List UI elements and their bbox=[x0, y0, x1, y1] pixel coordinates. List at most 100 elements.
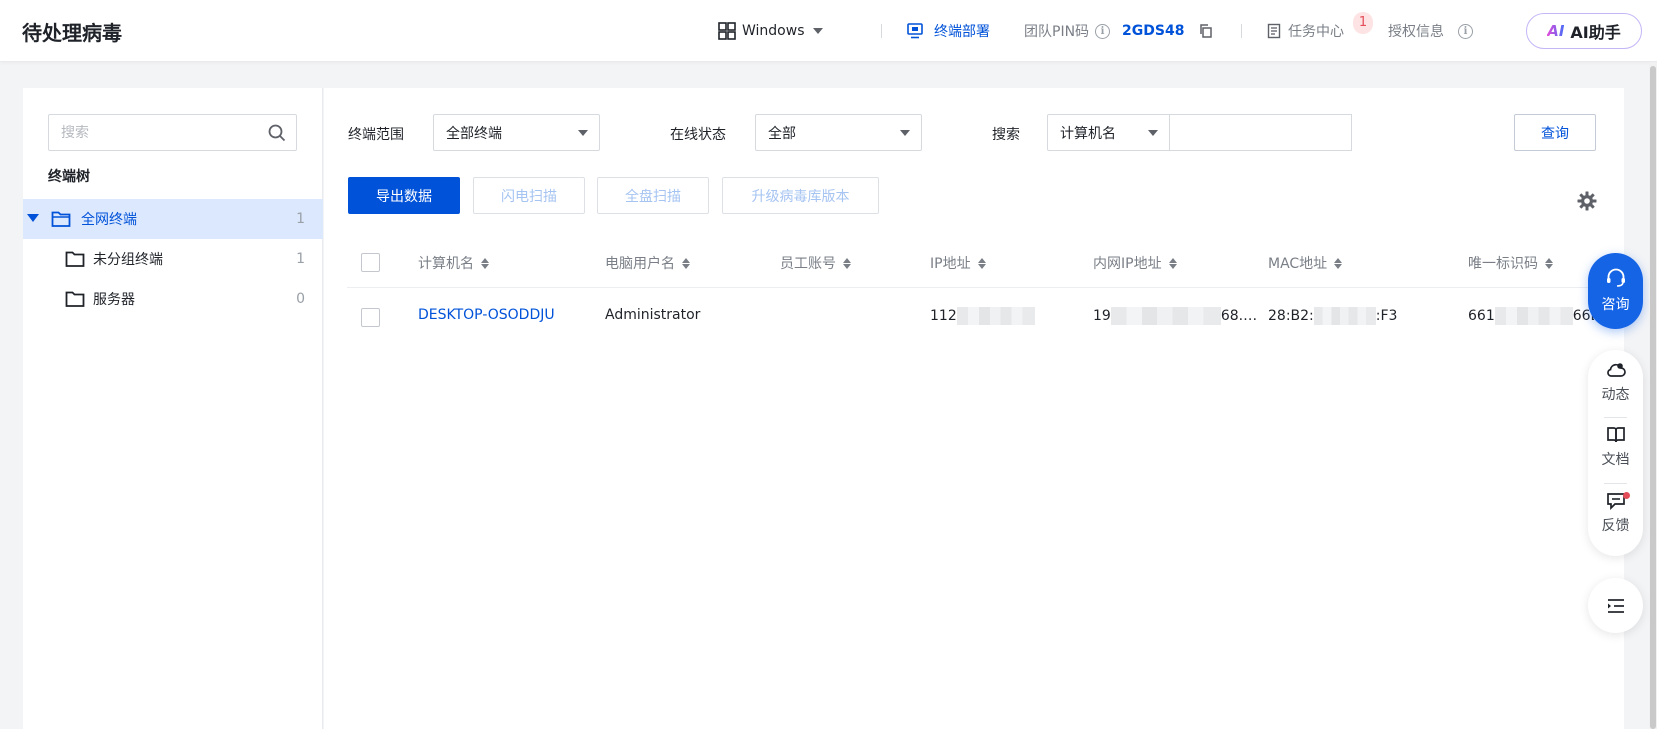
ai-sparkle-icon: AI bbox=[1547, 22, 1565, 40]
search-field-select[interactable]: 计算机名 bbox=[1047, 114, 1170, 151]
lan-ip-visible-part: 19 bbox=[1093, 308, 1111, 324]
column-header-uid[interactable]: 唯一标识码 bbox=[1468, 253, 1553, 273]
chevron-down-icon bbox=[900, 130, 910, 136]
license-info[interactable]: 授权信息 i bbox=[1388, 20, 1473, 42]
online-status-select[interactable]: 全部 bbox=[755, 114, 922, 151]
scope-select[interactable]: 全部终端 bbox=[433, 114, 600, 151]
expand-caret-icon[interactable] bbox=[27, 214, 39, 222]
user-name-cell: Administrator bbox=[605, 307, 701, 323]
folder-icon bbox=[65, 251, 85, 267]
tree-search-input[interactable] bbox=[49, 115, 249, 150]
column-header-computer-name[interactable]: 计算机名 bbox=[418, 253, 489, 273]
redaction-mask bbox=[956, 307, 1035, 325]
os-selector[interactable]: Windows bbox=[718, 20, 823, 42]
tree-item-servers[interactable]: 服务器 0 bbox=[23, 279, 323, 319]
select-all-checkbox[interactable] bbox=[361, 253, 380, 272]
document-icon bbox=[1267, 23, 1281, 39]
cloud-bell-icon bbox=[1606, 363, 1626, 377]
table-header-divider bbox=[347, 287, 1604, 288]
tree-item-count: 1 bbox=[296, 251, 305, 267]
column-header-label: 唯一标识码 bbox=[1468, 256, 1538, 272]
mac-visible-suffix: :F3 bbox=[1375, 308, 1398, 324]
license-label: 授权信息 bbox=[1388, 24, 1444, 40]
menu-indent-icon bbox=[1607, 598, 1624, 613]
online-status-value: 全部 bbox=[768, 125, 796, 142]
docs-button[interactable]: 文档 bbox=[1588, 426, 1643, 469]
book-icon bbox=[1606, 427, 1625, 443]
team-pin: 团队PIN码 i 2GDS48 bbox=[1024, 20, 1214, 42]
online-status-label: 在线状态 bbox=[670, 127, 726, 143]
lan-ip-visible-suffix: 68.… bbox=[1220, 308, 1258, 324]
os-selector-label: Windows bbox=[742, 23, 805, 39]
info-icon[interactable]: i bbox=[1095, 23, 1111, 39]
page-title: 待处理病毒 bbox=[22, 21, 122, 45]
redaction-mask bbox=[1313, 307, 1376, 325]
redaction-mask bbox=[1110, 307, 1221, 325]
redaction-mask bbox=[1494, 307, 1573, 325]
floating-tools: 动态 文档 反馈 bbox=[1588, 350, 1643, 556]
sort-icon[interactable] bbox=[977, 257, 986, 269]
tree-item-ungrouped[interactable]: 未分组终端 1 bbox=[23, 239, 323, 279]
task-center[interactable]: 任务中心 bbox=[1266, 20, 1344, 42]
tree-search-box[interactable] bbox=[48, 114, 297, 151]
search-icon[interactable] bbox=[268, 124, 286, 142]
column-header-lan-ip[interactable]: 内网IP地址 bbox=[1093, 253, 1177, 273]
menu-collapse-button[interactable] bbox=[1588, 578, 1643, 633]
gear-icon[interactable] bbox=[1577, 191, 1597, 211]
dynamics-button[interactable]: 动态 bbox=[1588, 361, 1643, 404]
full-scan-button[interactable]: 全盘扫描 bbox=[597, 177, 709, 214]
sort-icon[interactable] bbox=[682, 257, 690, 269]
lan-ip-cell: 19 68.… bbox=[1093, 307, 1257, 325]
tree-item-all-terminals[interactable]: 全网终端 1 bbox=[23, 199, 323, 239]
deploy-link[interactable]: 终端部署 bbox=[906, 20, 990, 42]
search-text-input[interactable] bbox=[1170, 114, 1352, 151]
column-header-employee[interactable]: 员工账号 bbox=[780, 253, 851, 273]
upgrade-virus-db-button[interactable]: 升级病毒库版本 bbox=[722, 177, 879, 214]
column-header-label: MAC地址 bbox=[1268, 256, 1328, 272]
tree-item-label: 未分组终端 bbox=[93, 252, 163, 268]
mac-visible-part: 28:B2: bbox=[1268, 308, 1314, 324]
uid-cell: 66166D bbox=[1468, 307, 1594, 325]
uid-visible-part: 661 bbox=[1468, 308, 1495, 324]
feedback-label: 反馈 bbox=[1601, 518, 1630, 534]
scope-value: 全部终端 bbox=[446, 125, 502, 142]
dynamics-label: 动态 bbox=[1601, 387, 1630, 403]
ai-assistant-label: AI助手 bbox=[1570, 23, 1621, 42]
column-header-label: 电脑用户名 bbox=[605, 256, 675, 272]
sort-icon[interactable] bbox=[843, 257, 851, 269]
computer-name-link[interactable]: DESKTOP-OSODDJU bbox=[418, 307, 555, 323]
feedback-button[interactable]: 反馈 bbox=[1588, 492, 1643, 535]
docs-label: 文档 bbox=[1601, 452, 1630, 468]
export-data-button[interactable]: 导出数据 bbox=[348, 177, 460, 214]
scrollbar-thumb[interactable] bbox=[1650, 66, 1656, 729]
copy-icon[interactable] bbox=[1198, 23, 1214, 39]
info-icon[interactable]: i bbox=[1458, 23, 1473, 39]
chevron-down-icon bbox=[578, 130, 588, 136]
column-header-ip[interactable]: IP地址 bbox=[930, 253, 986, 273]
sort-icon[interactable] bbox=[1545, 257, 1553, 269]
tree-title: 终端树 bbox=[48, 169, 90, 185]
tree-item-count: 0 bbox=[296, 291, 305, 307]
column-header-user-name[interactable]: 电脑用户名 bbox=[605, 253, 690, 273]
flash-scan-button[interactable]: 闪电扫描 bbox=[473, 177, 585, 214]
row-checkbox[interactable] bbox=[361, 308, 380, 327]
scope-label: 终端范围 bbox=[348, 127, 404, 143]
column-header-label: 员工账号 bbox=[780, 256, 836, 272]
column-header-mac[interactable]: MAC地址 bbox=[1268, 253, 1343, 273]
sort-icon[interactable] bbox=[1168, 257, 1177, 269]
consult-label: 咨询 bbox=[1601, 297, 1630, 313]
column-header-label: 计算机名 bbox=[418, 256, 474, 272]
deploy-label: 终端部署 bbox=[934, 24, 990, 40]
sort-icon[interactable] bbox=[1334, 257, 1343, 269]
search-field-value: 计算机名 bbox=[1060, 125, 1116, 142]
consult-button[interactable]: 咨询 bbox=[1588, 253, 1643, 329]
tree-item-count: 1 bbox=[296, 211, 305, 227]
column-header-label: 内网IP地址 bbox=[1093, 256, 1162, 272]
column-header-label: IP地址 bbox=[930, 256, 971, 272]
query-button[interactable]: 查询 bbox=[1514, 114, 1596, 151]
divider bbox=[1241, 24, 1242, 38]
ai-assistant-button[interactable]: AI AI助手 bbox=[1526, 13, 1642, 49]
folder-icon bbox=[65, 291, 85, 307]
sort-icon[interactable] bbox=[481, 257, 489, 269]
vertical-scrollbar[interactable] bbox=[1649, 62, 1657, 729]
